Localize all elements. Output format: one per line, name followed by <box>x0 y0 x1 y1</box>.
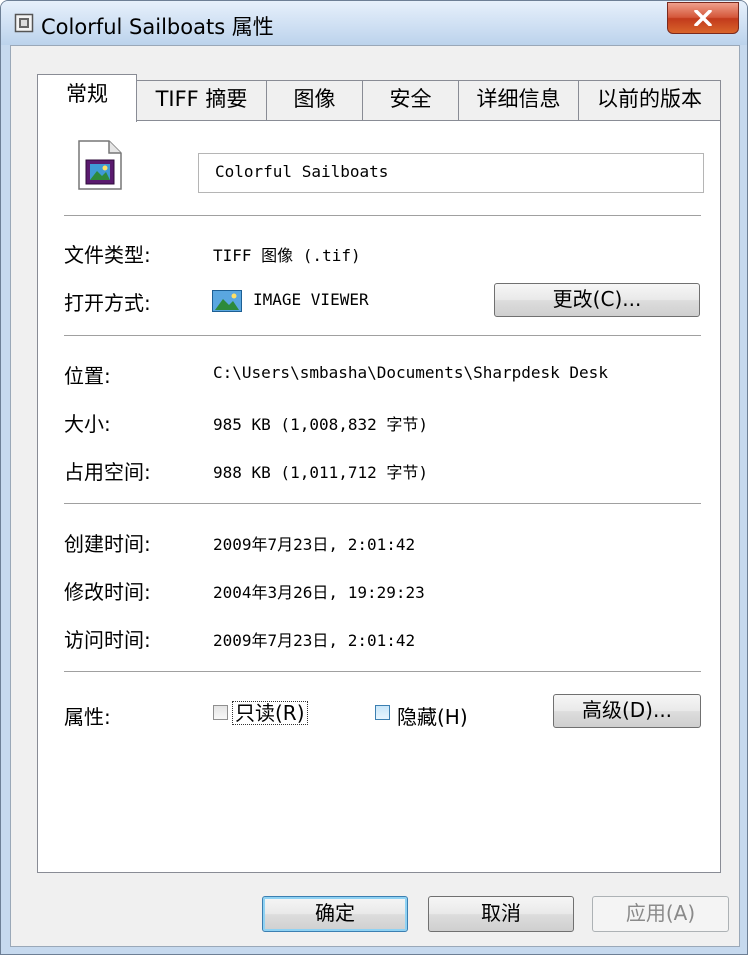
close-button[interactable] <box>667 2 739 34</box>
tab-general[interactable]: 常规 <box>37 74 137 122</box>
tab-previous-versions[interactable]: 以前的版本 <box>578 80 721 120</box>
close-icon <box>694 10 712 26</box>
general-tab-panel <box>37 120 721 873</box>
tab-image[interactable]: 图像 <box>266 80 363 120</box>
tab-tiff-summary[interactable]: TIFF 摘要 <box>136 80 267 120</box>
tab-security[interactable]: 安全 <box>362 80 459 120</box>
title-bar[interactable]: Colorful Sailboats 属性 <box>1 1 747 45</box>
window-title: Colorful Sailboats 属性 <box>41 15 274 39</box>
file-properties-icon <box>14 13 34 33</box>
tab-details[interactable]: 详细信息 <box>458 80 579 120</box>
tab-tiff-summary-label: TIFF 摘要 <box>155 87 248 111</box>
